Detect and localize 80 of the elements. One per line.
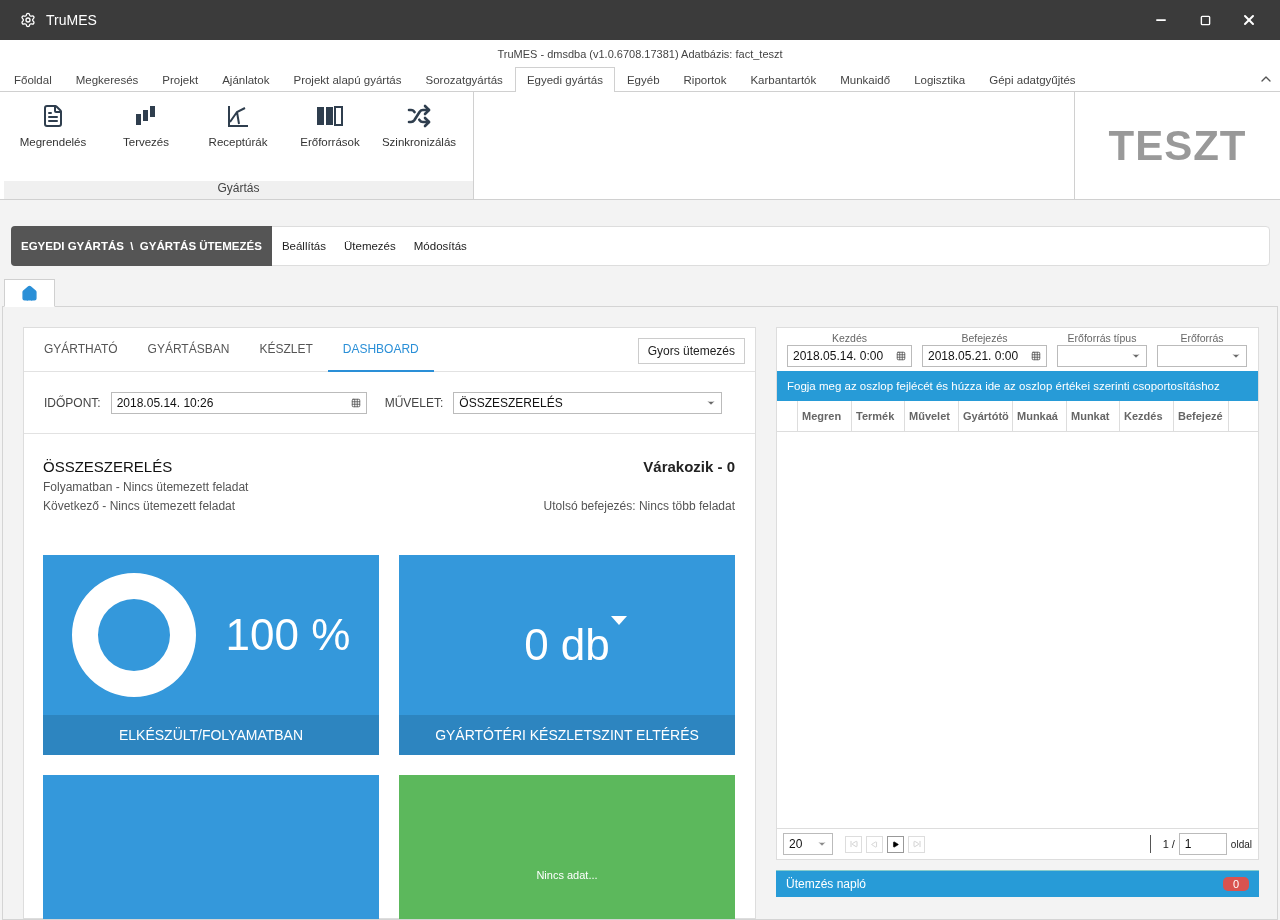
column-header[interactable]: Munkaá (1012, 401, 1066, 431)
column-header[interactable]: Munkat (1066, 401, 1119, 431)
dropdown-icon (1131, 351, 1141, 361)
waiting-count: Várakozik - 0 (642, 458, 735, 475)
page-of-text: 1 / (1162, 838, 1175, 850)
operation-select[interactable]: ÖSSZESZERELÉS (453, 391, 723, 414)
maximize-icon (1199, 14, 1211, 26)
shuffle-icon (407, 104, 431, 128)
app-subtitle: TruMES - dmsdba (v1.0.6708.17381) Adatbázis: fact_teszt (0, 40, 1280, 68)
ribbon-group-label: Gyártás (4, 181, 473, 199)
quick-schedule-button[interactable]: Gyors ütemezés (637, 338, 745, 364)
home-tab[interactable] (4, 279, 55, 307)
column-header[interactable]: Termék (851, 401, 904, 431)
tile-caption: ELKÉSZÜLT/FOLYAMATBAN (43, 715, 379, 755)
last-finish-text: Utolsó befejezés: Nincs több feladat (543, 499, 735, 513)
document-icon (41, 104, 65, 128)
breadcrumb-link[interactable]: Ütemezés (334, 227, 404, 265)
percent-value: 100 % (225, 610, 351, 660)
filter-label: Kezdés (832, 332, 867, 345)
count-value: 0 db (524, 620, 610, 670)
column-header[interactable]: Művelet (904, 401, 958, 431)
logo: TESZT (1108, 121, 1247, 170)
first-page-button[interactable] (845, 835, 862, 853)
content-tab[interactable]: GYÁRTHATÓ (29, 328, 133, 372)
ribbon-button[interactable]: Tervezés (102, 98, 190, 181)
calendar-icon (1031, 351, 1041, 361)
operation-title: ÖSSZESZERELÉS (43, 458, 174, 475)
next-page-button[interactable] (887, 835, 904, 853)
content-tab[interactable]: DASHBOARD (327, 328, 434, 372)
column-header[interactable]: Befejezé (1173, 401, 1228, 431)
close-icon (1241, 12, 1257, 28)
ribbon-button[interactable]: Erőforrások (286, 98, 374, 181)
page-size-select[interactable]: 20 (783, 833, 833, 855)
date-field[interactable]: 2018.05.21. 0:00 (922, 345, 1047, 367)
tile-caption: GYÁRTÓTÉRI KÉSZLETSZINT ELTÉRÉS (399, 715, 735, 755)
no-data-message: Nincs adat... (536, 869, 598, 881)
ribbon-tab[interactable]: Egyedi gyártás (514, 67, 615, 92)
ribbon-button[interactable]: Szinkronizálás (374, 98, 464, 181)
breadcrumb-link[interactable]: Módosítás (403, 227, 475, 265)
log-bar[interactable]: Ütemzés napló 0 (776, 870, 1259, 897)
breadcrumb-link[interactable]: Beállítás (271, 227, 334, 265)
window-title: TruMES (46, 12, 98, 28)
bars-icon (134, 104, 158, 128)
calendar-icon (350, 397, 361, 408)
time-label: IDŐPONT: (44, 395, 101, 410)
column-header[interactable]: Kezdés (1119, 401, 1173, 431)
home-icon (21, 284, 38, 302)
calendar-icon (896, 351, 906, 361)
last-page-icon (912, 840, 921, 848)
in-progress-text: Folyamatban - Nincs ütemezett feladat (43, 480, 250, 494)
date-field[interactable]: 2018.05.14. 10:26 (110, 391, 367, 414)
dropdown-icon (1231, 351, 1241, 361)
column-header[interactable]: Megren (797, 401, 851, 431)
log-title: Ütemzés napló (786, 877, 867, 891)
caret-down-icon (611, 616, 627, 625)
date-field[interactable]: 2018.05.14. 0:00 (787, 345, 912, 367)
filter-label: Befejezés (961, 332, 1008, 345)
content-tab[interactable]: GYÁRTÁSBAN (132, 328, 245, 372)
page-number-field[interactable]: 1 (1178, 833, 1227, 855)
group-panel: Fogja meg az oszlop fejlécét és húzza ide az oszlop értékei szerinti csoportosításhoz (777, 371, 1258, 401)
page-suffix: oldal (1230, 838, 1252, 850)
operation-label: MŰVELET: (384, 395, 444, 410)
columns-icon (316, 104, 344, 128)
filter-select[interactable] (1157, 345, 1247, 367)
next-task-text: Következő - Nincs ütemezett feladat (43, 499, 237, 513)
breadcrumb-path: EGYEDI GYÁRTÁS \ GYÁRTÁS ÜTEMEZÉS (11, 226, 272, 266)
next-icon (892, 840, 899, 848)
content-tab[interactable]: KÉSZLET (244, 328, 328, 372)
chart-icon (226, 104, 250, 128)
dropdown-icon (817, 839, 827, 849)
filter-label: Erőforrás (1180, 332, 1224, 345)
filter-label: Erőforrás típus (1067, 332, 1137, 345)
filter-select[interactable] (1057, 345, 1147, 367)
ribbon-button[interactable]: Receptúrák (190, 98, 286, 181)
count-badge: 0 (1222, 877, 1249, 891)
settings-icon (20, 12, 36, 28)
first-page-icon (849, 840, 858, 848)
previous-icon (871, 840, 878, 848)
ribbon-button[interactable]: Megrendelés (4, 98, 102, 181)
column-header[interactable]: Gyártótö (958, 401, 1012, 431)
